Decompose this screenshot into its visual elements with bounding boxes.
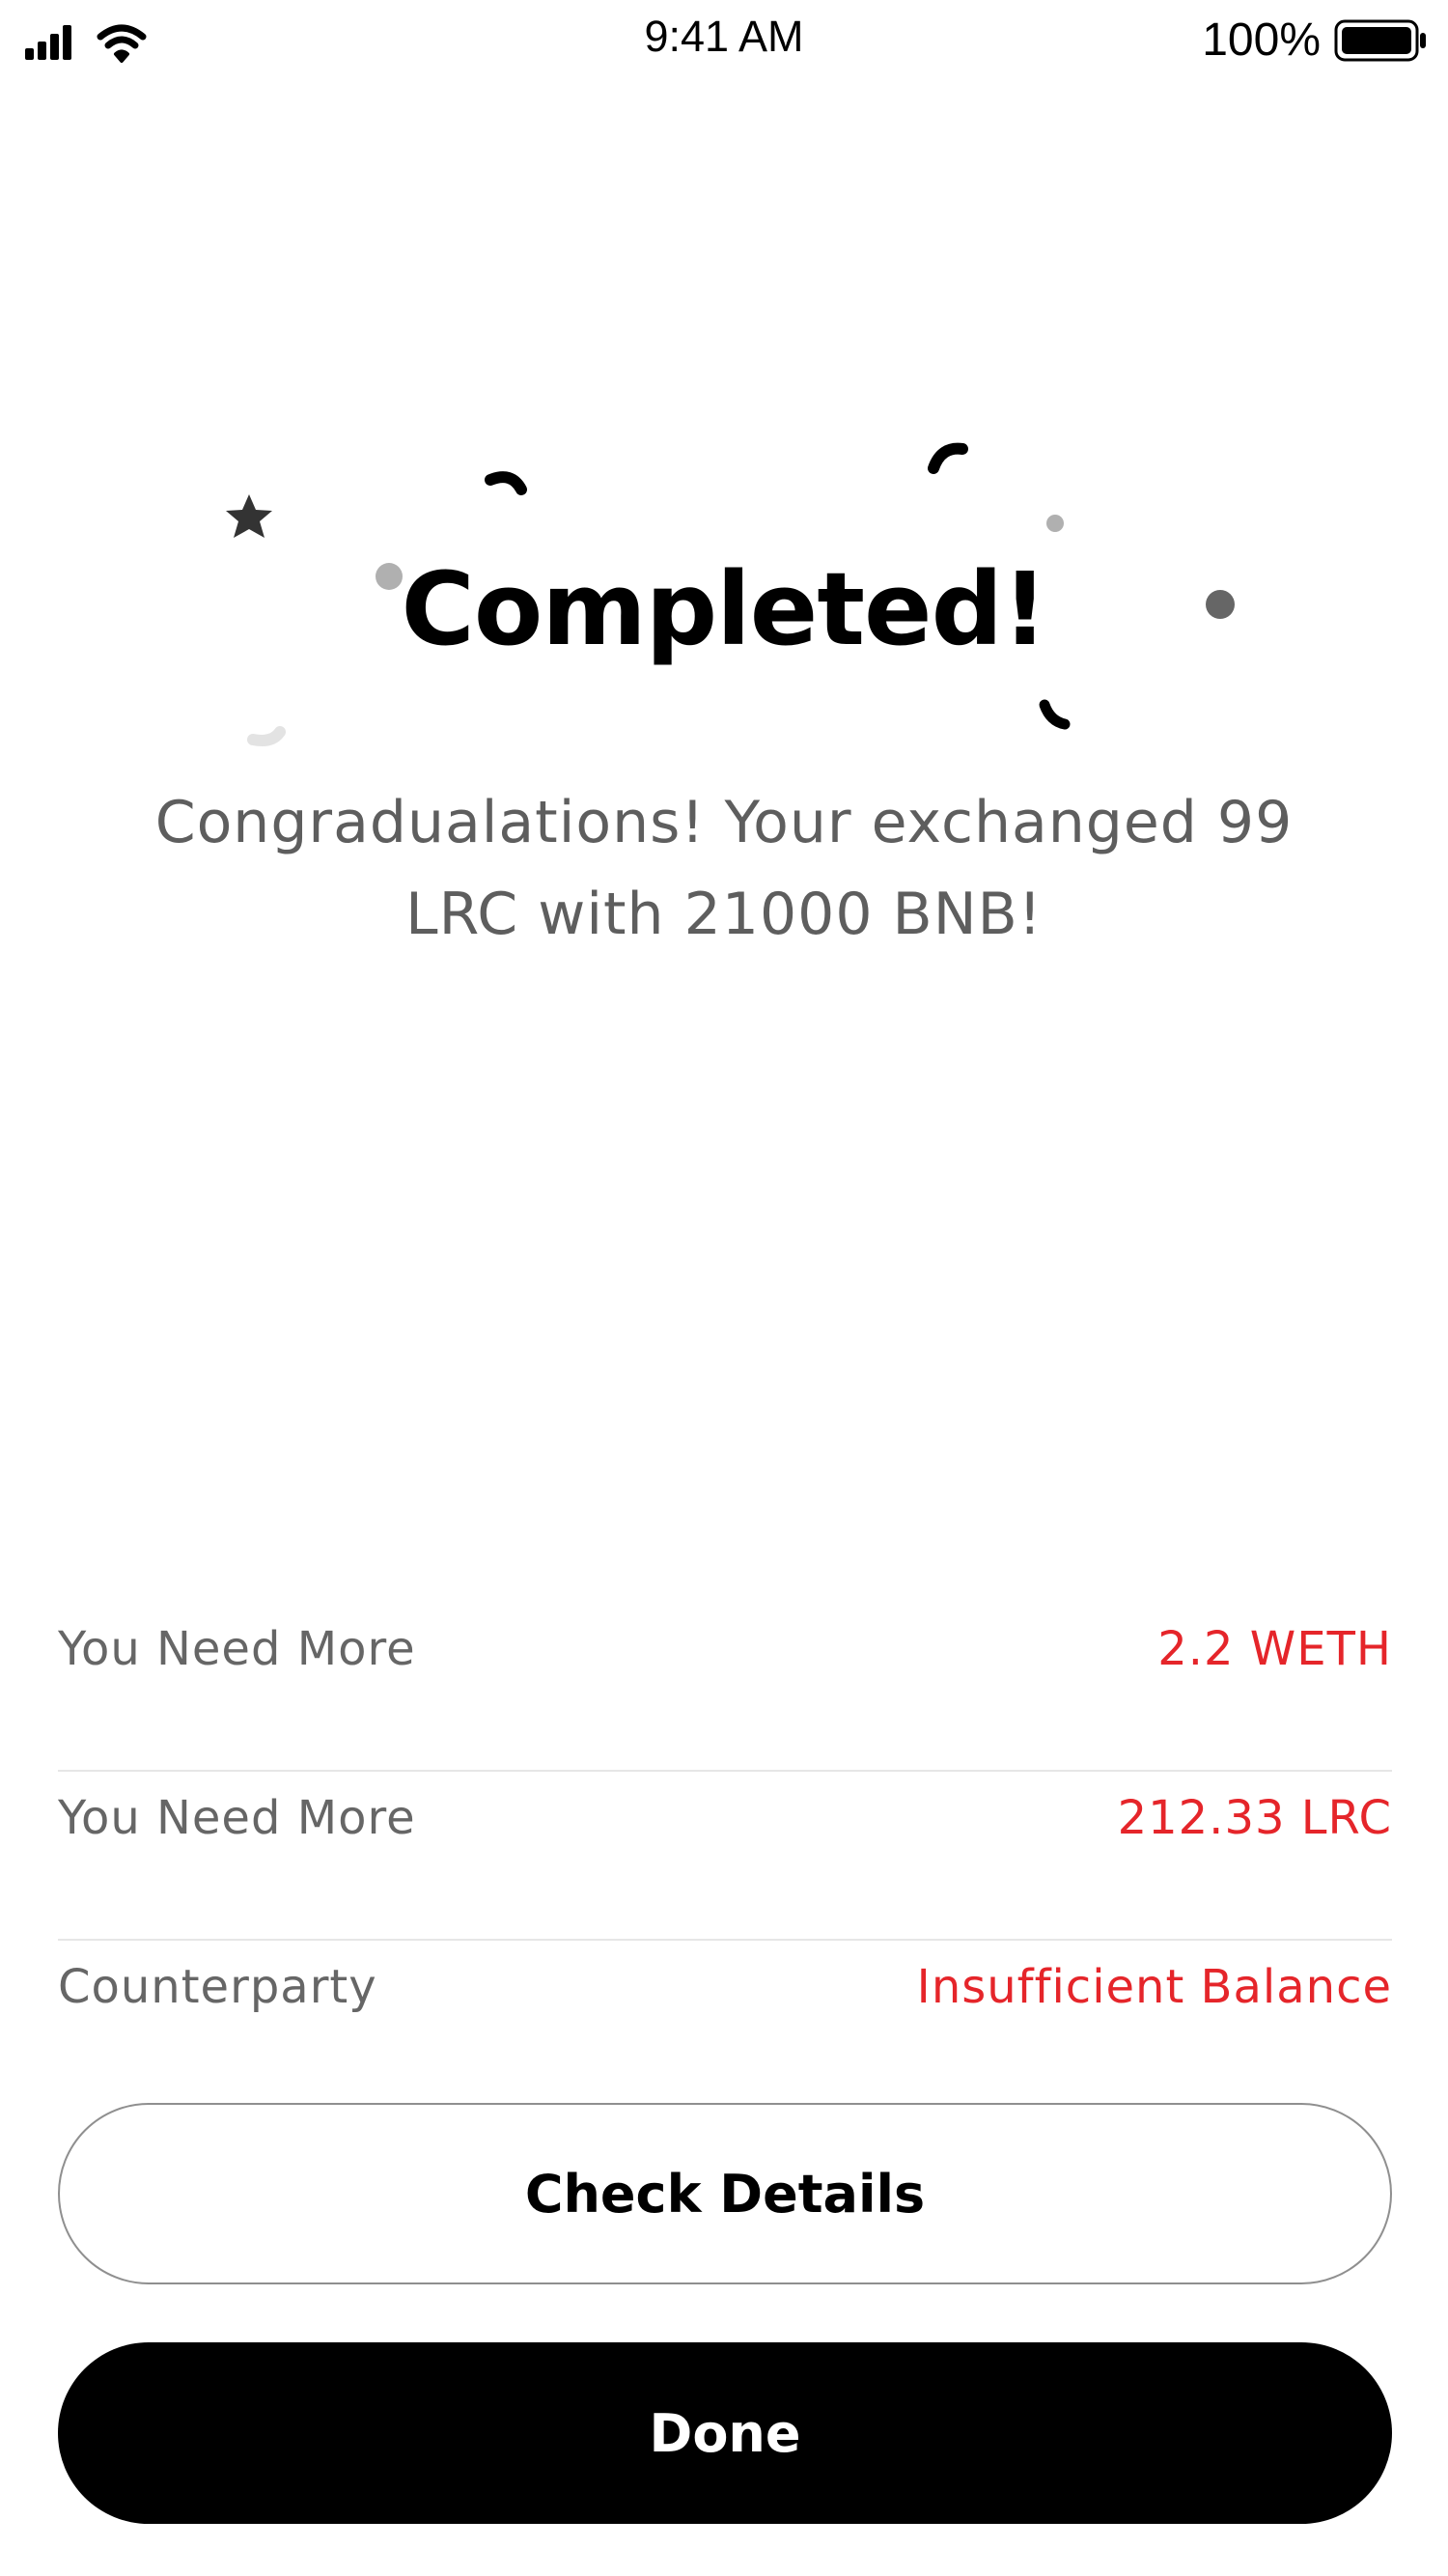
done-label: Done (649, 2402, 801, 2464)
star-confetti-icon (226, 494, 272, 538)
squiggle-confetti (247, 726, 286, 746)
detail-row-weth: You Need More 2.2 WETH (58, 1603, 1392, 1772)
detail-row-lrc: You Need More 212.33 LRC (58, 1772, 1392, 1941)
squiggle-confetti (928, 442, 968, 474)
detail-label: Counterparty (58, 1960, 377, 2014)
dot-confetti (1046, 515, 1064, 532)
details-list: You Need More 2.2 WETH You Need More 212… (58, 1603, 1392, 2110)
check-details-button[interactable]: Check Details (58, 2103, 1392, 2284)
detail-label: You Need More (58, 1622, 416, 1676)
squiggle-confetti (485, 471, 527, 495)
detail-label: You Need More (58, 1791, 416, 1845)
detail-value: Insufficient Balance (916, 1960, 1392, 2014)
detail-row-counterparty: Counterparty Insufficient Balance (58, 1941, 1392, 2110)
exchange-message: Congradualations! Your exchanged 99 LRC … (154, 789, 1294, 948)
done-button[interactable]: Done (58, 2342, 1392, 2524)
detail-value: 212.33 LRC (1117, 1791, 1392, 1845)
check-details-label: Check Details (524, 2163, 926, 2225)
detail-value: 2.2 WETH (1157, 1622, 1392, 1676)
completed-title: Completed! (401, 550, 1048, 668)
squiggle-confetti (1039, 699, 1071, 730)
